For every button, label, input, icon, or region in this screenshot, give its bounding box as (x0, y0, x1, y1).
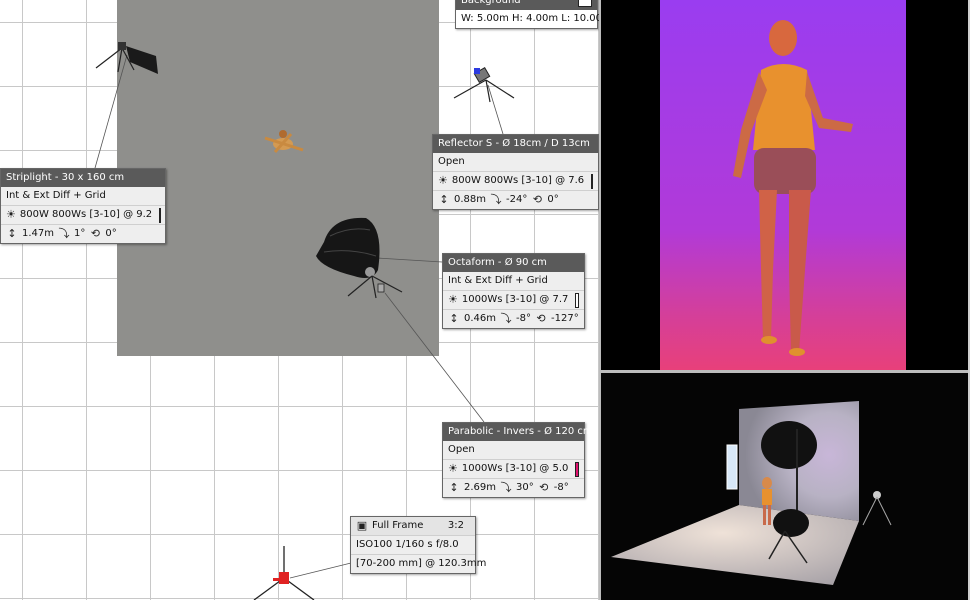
background-panel-title: Background (461, 0, 521, 6)
light-modifier[interactable]: Int & Ext Diff + Grid (1, 187, 165, 205)
light-panel-reflector[interactable]: Reflector S - Ø 18cm / D 13cm Open ☀ 800… (432, 134, 599, 210)
light-modifier[interactable]: Open (443, 441, 584, 459)
light-height[interactable]: 2.69m (464, 479, 496, 497)
background-dimensions: W: 5.00m H: 4.00m L: 10.00m (461, 13, 600, 24)
sun-icon: ☀ (6, 208, 16, 221)
light-rotation[interactable]: 0° (547, 191, 558, 209)
background-color-swatch[interactable] (578, 0, 592, 7)
model-figure[interactable] (255, 128, 311, 162)
rotation-icon: ⟲ (90, 227, 100, 240)
sun-icon: ☀ (438, 174, 448, 187)
light-panel-octaform[interactable]: Octaform - Ø 90 cm Int & Ext Diff + Grid… (442, 253, 585, 329)
camera-panel[interactable]: ▣ Full Frame 3:2 ISO100 1/160 s f/8.0 [7… (350, 516, 486, 574)
tilt-icon: ⤵ (500, 312, 512, 325)
rotation-icon: ⟲ (532, 193, 542, 206)
camera-lens[interactable]: [70-200 mm] @ 120.3mm (351, 554, 486, 573)
height-arrows-icon: ↕ (449, 312, 459, 325)
tilt-icon: ⤵ (490, 193, 502, 206)
light-tilt[interactable]: -24° (506, 191, 527, 209)
rotation-icon: ⟲ (536, 312, 546, 325)
octaform-fixture[interactable] (310, 212, 410, 300)
light-color-swatch[interactable] (159, 207, 162, 223)
striplight-fixture[interactable] (92, 36, 166, 78)
floor-plan-view[interactable]: Background W: 5.00m H: 4.00m L: 10.00m S… (0, 0, 600, 600)
light-power[interactable]: 800W 800Ws [3-10] @ 9.2 (20, 206, 152, 224)
light-power[interactable]: 1000Ws [3-10] @ 5.0 (462, 460, 568, 478)
height-arrows-icon: ↕ (449, 481, 459, 494)
height-arrows-icon: ↕ (7, 227, 17, 240)
tilt-icon: ⤵ (500, 481, 512, 494)
light-tilt[interactable]: -8° (516, 310, 531, 328)
light-panel-striplight[interactable]: Striplight - 30 x 160 cm Int & Ext Diff … (0, 168, 166, 244)
light-tilt[interactable]: 1° (74, 225, 85, 243)
light-height[interactable]: 0.88m (454, 191, 486, 209)
rotation-icon: ⟲ (539, 481, 549, 494)
render-preview (601, 0, 970, 370)
reflector-fixture[interactable] (452, 64, 518, 104)
light-height[interactable]: 1.47m (22, 225, 54, 243)
light-power[interactable]: 1000Ws [3-10] @ 7.7 (462, 291, 568, 309)
camera-fixture[interactable] (252, 544, 318, 600)
sun-icon: ☀ (448, 462, 458, 475)
light-power[interactable]: 800W 800Ws [3-10] @ 7.6 (452, 172, 584, 190)
background-panel[interactable]: Background W: 5.00m H: 4.00m L: 10.00m (455, 0, 600, 29)
light-panel-parabolic[interactable]: Parabolic - Invers - Ø 120 cm Open ☀ 100… (442, 422, 593, 498)
sun-icon: ☀ (448, 293, 458, 306)
light-height[interactable]: 0.46m (464, 310, 496, 328)
camera-icon: ▣ (356, 519, 368, 532)
light-modifier[interactable]: Int & Ext Diff + Grid (443, 272, 584, 290)
light-modifier[interactable]: Open (433, 153, 598, 171)
light-rotation[interactable]: -127° (551, 310, 579, 328)
height-arrows-icon: ↕ (439, 193, 449, 206)
camera-format[interactable]: Full Frame (372, 517, 423, 535)
camera-exposure[interactable]: ISO100 1/160 s f/8.0 (351, 535, 475, 554)
light-color-swatch[interactable] (575, 292, 579, 308)
light-title: Striplight - 30 x 160 cm (1, 169, 165, 187)
light-title: Parabolic - Invers - Ø 120 cm (443, 423, 593, 441)
light-rotation[interactable]: -8° (554, 479, 569, 497)
tilt-icon: ⤵ (58, 227, 70, 240)
light-tilt[interactable]: 30° (516, 479, 534, 497)
camera-ratio[interactable]: 3:2 (448, 517, 464, 535)
studio-3d-preview[interactable] (601, 373, 970, 600)
light-color-swatch[interactable] (575, 461, 579, 477)
light-rotation[interactable]: 0° (105, 225, 116, 243)
light-title: Octaform - Ø 90 cm (443, 254, 584, 272)
light-color-swatch[interactable] (591, 173, 594, 189)
light-title: Reflector S - Ø 18cm / D 13cm (433, 135, 598, 153)
